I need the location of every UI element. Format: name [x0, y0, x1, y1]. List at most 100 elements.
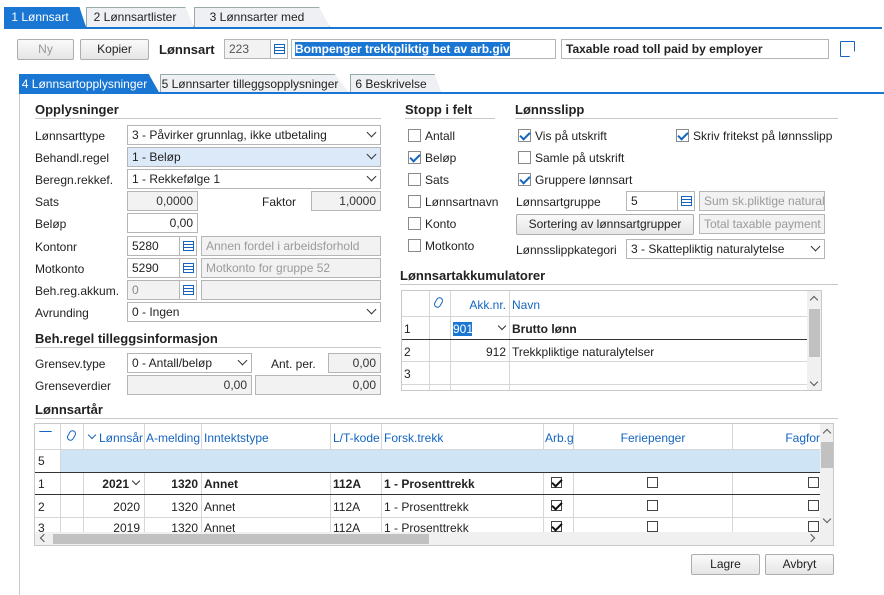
new-row[interactable] [61, 450, 820, 472]
behandl-regel-select[interactable]: 1 - Beløp [127, 147, 381, 167]
feriepenger-checkbox[interactable] [647, 500, 658, 511]
sats-field[interactable]: 0,0000 [127, 191, 198, 211]
kontonr-field[interactable]: 5280 [127, 236, 180, 256]
beregn-rekkef-label: Beregn.rekkef. [35, 173, 114, 187]
filter-icon[interactable] [39, 431, 52, 443]
lt-kode-cell[interactable]: 112A [333, 477, 361, 491]
sortering-button[interactable]: Sortering av lønnsartgrupper [516, 214, 694, 235]
inntektstype-cell[interactable]: Annet [204, 500, 235, 514]
tab-tilleggsopplysninger[interactable]: 5 Lønnsarter tilleggsopplysninger [160, 74, 350, 94]
row-number: 4 [404, 389, 411, 390]
samle-pa-utskrift-label: Samle på utskrift [535, 151, 625, 165]
feriepenger-checkbox[interactable] [647, 521, 658, 532]
grensev-type-select[interactable]: 0 - Antall/beløp [127, 353, 252, 373]
grenseverdi-1-field[interactable]: 0,00 [127, 375, 252, 395]
column-header-feriepenger[interactable]: Feriepenger [574, 431, 732, 445]
row-number: 2 [38, 500, 45, 514]
chevron-down-icon [237, 355, 248, 366]
lookup-icon[interactable] [270, 39, 288, 59]
lonnsarttype-select[interactable]: 3 - Påvirker grunnlag, ikke utbetaling [127, 125, 381, 145]
ant-per-field[interactable]: 0,00 [328, 353, 381, 373]
belop-field[interactable]: 0,00 [127, 213, 198, 233]
akk-nr-cell[interactable]: 912 [460, 345, 506, 359]
fagfor-checkbox[interactable] [808, 477, 819, 488]
inntektstype-cell[interactable]: Annet [204, 477, 238, 491]
grenseverdi-2-field[interactable]: 0,00 [255, 375, 381, 395]
tab-beskrivelse[interactable]: 6 Beskrivelse [350, 74, 442, 94]
column-header-lt-kode[interactable]: L/T-kode [333, 431, 380, 445]
a-meldings-cell[interactable]: 1320 [146, 500, 198, 514]
lookup-icon[interactable] [677, 191, 695, 211]
save-button[interactable]: Lagre [691, 554, 760, 575]
copy-button[interactable]: Kopier [80, 39, 149, 60]
column-header-navn[interactable]: Navn [512, 298, 540, 312]
sats-label: Sats [35, 195, 60, 209]
sort-desc-icon[interactable] [87, 430, 97, 440]
lonnsartgruppe-field[interactable]: 5 [626, 191, 680, 211]
forsk-trekk-cell[interactable]: 1 - Prosenttrekk [384, 500, 469, 514]
a-meldings-cell[interactable]: 1320 [146, 477, 198, 491]
fagfor-checkbox[interactable] [808, 500, 819, 511]
fagfor-checkbox[interactable] [808, 521, 819, 532]
lonnsar-cell[interactable]: 2020 [95, 500, 140, 514]
stopp-konto-checkbox[interactable] [408, 217, 421, 230]
akk-nr-cell-selected[interactable]: 901 [453, 322, 473, 336]
cancel-button[interactable]: Avbryt [765, 554, 834, 575]
motkonto-label: Motkonto [35, 262, 85, 276]
arb-g-checkbox[interactable] [551, 521, 562, 532]
motkonto-field[interactable]: 5290 [127, 258, 180, 278]
arb-g-checkbox[interactable] [551, 500, 562, 511]
tab-lonnsarter-med-koder[interactable]: 3 Lønnsarter med koder [194, 7, 330, 27]
beregn-rekkef-select[interactable]: 1 - Rekkefølge 1 [127, 169, 381, 189]
scrollbar-thumb[interactable] [809, 309, 820, 357]
column-header-a-meldings[interactable]: A-meldings [146, 431, 200, 445]
tab-lonnsartopplysninger[interactable]: 4 Lønnsartopplysninger [19, 74, 160, 94]
stopp-sats-checkbox[interactable] [408, 173, 421, 186]
chevron-down-icon[interactable] [497, 321, 507, 331]
grenseverdier-label: Grenseverdier [35, 379, 112, 393]
lookup-icon[interactable] [179, 258, 197, 278]
avrunding-select[interactable]: 0 - Ingen [127, 302, 381, 322]
lt-kode-cell[interactable]: 112A [333, 500, 360, 514]
skriv-fritekst-checkbox[interactable] [676, 129, 689, 142]
beh-reg-akkum-field[interactable]: 0 [127, 280, 180, 300]
vis-pa-utskrift-checkbox[interactable] [518, 129, 531, 142]
chevron-down-icon [366, 149, 377, 160]
stopp-lonnsartnavn-checkbox[interactable] [408, 195, 421, 208]
paperclip-icon [65, 428, 78, 443]
stopp-belop-checkbox[interactable] [408, 151, 421, 164]
lonnsart-number-field[interactable]: 223 [224, 39, 274, 59]
scrollbar-thumb[interactable] [821, 442, 833, 468]
samle-pa-utskrift-checkbox[interactable] [518, 151, 531, 164]
lonnsart-name-field[interactable]: Bompenger trekkpliktig bet av arb.giv [291, 39, 556, 59]
row-number: 2 [404, 345, 411, 359]
new-button[interactable]: Ny [17, 39, 74, 60]
column-header-fagfor[interactable]: Fagfor [735, 431, 820, 445]
stopp-antall-checkbox[interactable] [408, 129, 421, 142]
column-header-lonnsar[interactable]: Lønnsår [99, 431, 143, 445]
row-number: 1 [38, 477, 45, 491]
gruppere-lonnsart-checkbox[interactable] [518, 173, 531, 186]
stopp-antall-label: Antall [425, 129, 456, 143]
ant-per-label: Ant. per. [271, 357, 316, 371]
lonnsar-cell[interactable]: 2021 [95, 477, 129, 491]
tab-lonnsart[interactable]: 1 Lønnsart [4, 7, 86, 27]
column-header-inntektstype[interactable]: Inntektstype [204, 431, 269, 445]
navn-cell: Trekkpliktige naturalytelser [512, 345, 655, 359]
column-header-akk-nr[interactable]: Akk.nr. [460, 298, 506, 312]
forsk-trekk-cell[interactable]: 1 - Prosenttrekk [384, 477, 475, 491]
lookup-icon[interactable] [179, 280, 197, 300]
feriepenger-checkbox[interactable] [647, 477, 658, 488]
arb-g-checkbox[interactable] [551, 477, 562, 488]
faktor-field[interactable]: 1,0000 [311, 191, 381, 211]
tab-lonnsartlister[interactable]: 2 Lønnsartlister [86, 7, 194, 27]
horizontal-scrollbar-thumb[interactable] [53, 534, 429, 544]
column-header-forsk-trekk[interactable]: Forsk.trekk [384, 431, 443, 445]
note-icon[interactable] [840, 41, 855, 57]
lonnsslippkategori-select[interactable]: 3 - Skattepliktig naturalytelse [626, 239, 825, 259]
chevron-down-icon[interactable] [131, 476, 141, 486]
english-name-field[interactable]: Taxable road toll paid by employer [561, 39, 829, 59]
stopp-motkonto-checkbox[interactable] [408, 239, 421, 252]
lookup-icon[interactable] [179, 236, 197, 256]
column-header-arb-g[interactable]: Arb.g [545, 431, 573, 445]
